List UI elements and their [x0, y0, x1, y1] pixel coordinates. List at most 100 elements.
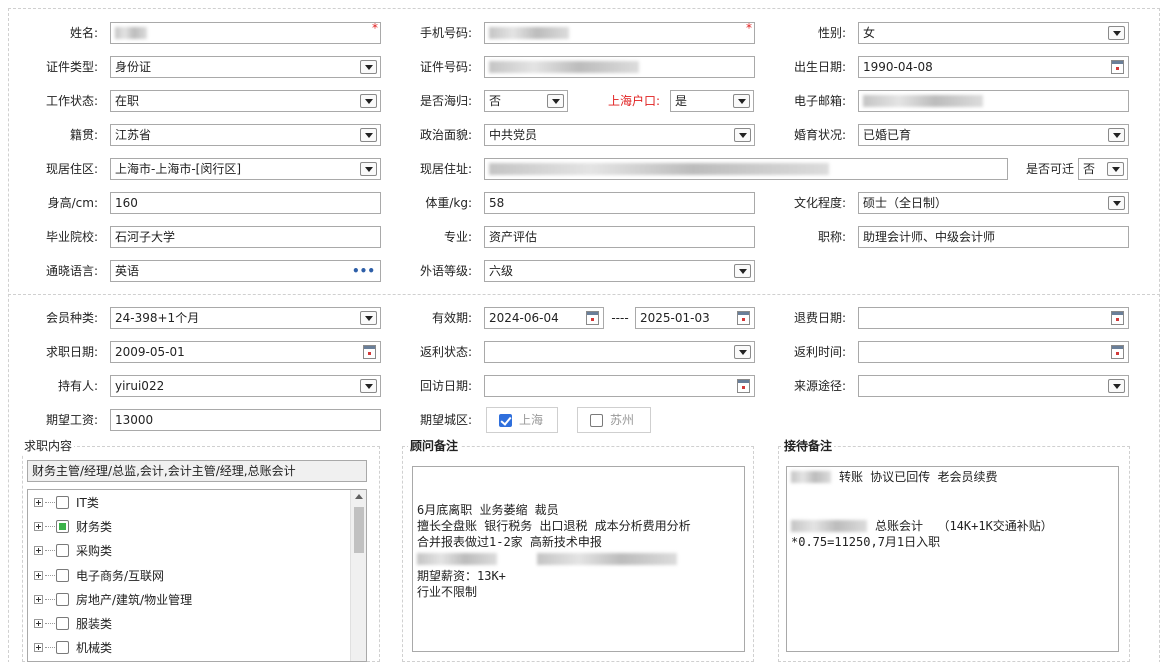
- chevron-down-icon[interactable]: [734, 264, 751, 278]
- valid-from-field[interactable]: 2024-06-04: [484, 307, 604, 329]
- title-field[interactable]: 助理会计师、中级会计师: [858, 226, 1129, 248]
- calendar-icon[interactable]: [363, 345, 376, 359]
- checkbox-unchecked[interactable]: [56, 544, 69, 557]
- chevron-down-icon[interactable]: [1108, 379, 1125, 393]
- tree-item-it[interactable]: IT类: [28, 492, 348, 516]
- weight-field[interactable]: 58: [484, 192, 755, 214]
- valid-to-field[interactable]: 2025-01-03: [635, 307, 755, 329]
- checkbox-unchecked[interactable]: [56, 593, 69, 606]
- chevron-down-icon[interactable]: [360, 94, 377, 108]
- source-select[interactable]: [858, 375, 1129, 397]
- gender-select[interactable]: 女: [858, 22, 1129, 44]
- chevron-down-icon[interactable]: [733, 94, 750, 108]
- birthdate-label: 出生日期:: [793, 60, 846, 74]
- chevron-down-icon[interactable]: [360, 379, 377, 393]
- more-icon[interactable]: •••: [352, 263, 375, 279]
- residence-area-select[interactable]: 上海市-上海市-[闵行区]: [110, 158, 381, 180]
- tree-item-real-estate[interactable]: 房地产/建筑/物业管理: [28, 589, 348, 613]
- rebate-status-select[interactable]: [484, 341, 755, 363]
- school-field[interactable]: 石河子大学: [110, 226, 381, 248]
- checkbox-unchecked[interactable]: [56, 496, 69, 509]
- relocate-select[interactable]: 否: [1078, 158, 1128, 180]
- birthdate-field[interactable]: 1990-04-08: [858, 56, 1129, 78]
- checkbox-unchecked[interactable]: [56, 641, 69, 654]
- checkbox-unchecked[interactable]: [56, 617, 69, 630]
- city-option-suzhou[interactable]: 苏州: [577, 407, 651, 433]
- scroll-up-icon[interactable]: [355, 494, 363, 499]
- revisit-field[interactable]: [484, 375, 755, 397]
- residence-address-field[interactable]: [484, 158, 1008, 180]
- chevron-down-icon[interactable]: [360, 60, 377, 74]
- valid-separator: ----: [611, 311, 629, 325]
- native-place-select[interactable]: 江苏省: [110, 124, 381, 146]
- section-divider: [8, 294, 1160, 295]
- name-field[interactable]: *: [110, 21, 381, 44]
- work-status-label: 工作状态:: [45, 94, 98, 108]
- id-type-select[interactable]: 身份证: [110, 56, 381, 78]
- holder-select[interactable]: yirui022: [110, 375, 381, 397]
- major-field[interactable]: 资产评估: [484, 226, 755, 248]
- shanghai-hukou-select[interactable]: 是: [670, 90, 754, 112]
- tree-item-apparel[interactable]: 服装类: [28, 613, 348, 637]
- marital-select[interactable]: 已婚已育: [858, 124, 1129, 146]
- chevron-down-icon[interactable]: [360, 162, 377, 176]
- expand-icon[interactable]: [34, 619, 43, 628]
- chevron-down-icon[interactable]: [1108, 128, 1125, 142]
- holder-label: 持有人:: [57, 379, 98, 393]
- checkbox-unchecked[interactable]: [56, 569, 69, 582]
- chevron-down-icon[interactable]: [360, 128, 377, 142]
- work-status-select[interactable]: 在职: [110, 90, 381, 112]
- id-number-field[interactable]: [484, 56, 755, 78]
- salary-field[interactable]: 13000: [110, 409, 381, 431]
- chevron-down-icon[interactable]: [547, 94, 564, 108]
- expand-icon[interactable]: [34, 546, 43, 555]
- political-select[interactable]: 中共党员: [484, 124, 755, 146]
- expand-icon[interactable]: [34, 571, 43, 580]
- tree-item-machinery[interactable]: 机械类: [28, 637, 348, 661]
- tree-item-finance[interactable]: 财务类: [28, 516, 348, 540]
- expand-icon[interactable]: [34, 643, 43, 652]
- calendar-icon[interactable]: [1111, 60, 1124, 74]
- returnee-select[interactable]: 否: [484, 90, 568, 112]
- redacted-note: [791, 471, 831, 483]
- calendar-icon[interactable]: [737, 379, 750, 393]
- refund-date-field[interactable]: [858, 307, 1129, 329]
- calendar-icon[interactable]: [1111, 345, 1124, 359]
- job-date-field[interactable]: 2009-05-01: [110, 341, 381, 363]
- calendar-icon[interactable]: [1111, 311, 1124, 325]
- relocate-value: 否: [1083, 162, 1096, 176]
- scroll-thumb[interactable]: [354, 507, 364, 553]
- chevron-down-icon[interactable]: [1108, 26, 1125, 40]
- foreign-level-select[interactable]: 六级: [484, 260, 755, 282]
- chevron-down-icon[interactable]: [734, 128, 751, 142]
- checkbox-unchecked[interactable]: [590, 414, 603, 427]
- checkbox-checked[interactable]: [499, 414, 512, 427]
- reception-notes-textarea[interactable]: 转账 协议已回传 老会员续费 总账会计 （14K+1K交通补贴） *0.75=1…: [786, 466, 1119, 652]
- city-option-shanghai[interactable]: 上海: [486, 407, 558, 433]
- expand-icon[interactable]: [34, 522, 43, 531]
- education-select[interactable]: 硕士（全日制）: [858, 192, 1129, 214]
- expand-icon[interactable]: [34, 498, 43, 507]
- expand-icon[interactable]: [34, 595, 43, 604]
- chevron-down-icon[interactable]: [1108, 196, 1125, 210]
- tree-item-purchasing[interactable]: 采购类: [28, 540, 348, 564]
- email-field[interactable]: [858, 90, 1129, 112]
- consultant-notes-textarea[interactable]: 6月底离职 业务萎缩 裁员 擅长全盘账 银行税务 出口退税 成本分析费用分析 合…: [412, 466, 745, 652]
- chevron-down-icon[interactable]: [734, 345, 751, 359]
- phone-field[interactable]: *: [484, 21, 755, 44]
- chevron-down-icon[interactable]: [360, 311, 377, 325]
- tree-scrollbar[interactable]: [350, 490, 366, 661]
- job-category-tree[interactable]: IT类 财务类 采购类 电子商务/互联网 房地产/建筑/物业管理 服装类 机械类: [27, 489, 367, 662]
- calendar-icon[interactable]: [586, 311, 599, 325]
- height-field[interactable]: 160: [110, 192, 381, 214]
- birthdate-value: 1990-04-08: [863, 60, 933, 74]
- tree-item-ecommerce[interactable]: 电子商务/互联网: [28, 565, 348, 589]
- calendar-icon[interactable]: [737, 311, 750, 325]
- language-field[interactable]: 英语 •••: [110, 260, 381, 282]
- checkbox-partial[interactable]: [56, 520, 69, 533]
- chevron-down-icon[interactable]: [1107, 162, 1124, 176]
- rebate-time-field[interactable]: [858, 341, 1129, 363]
- redacted-address: [489, 163, 829, 175]
- member-type-select[interactable]: 24-398+1个月: [110, 307, 381, 329]
- required-asterisk: *: [746, 21, 752, 35]
